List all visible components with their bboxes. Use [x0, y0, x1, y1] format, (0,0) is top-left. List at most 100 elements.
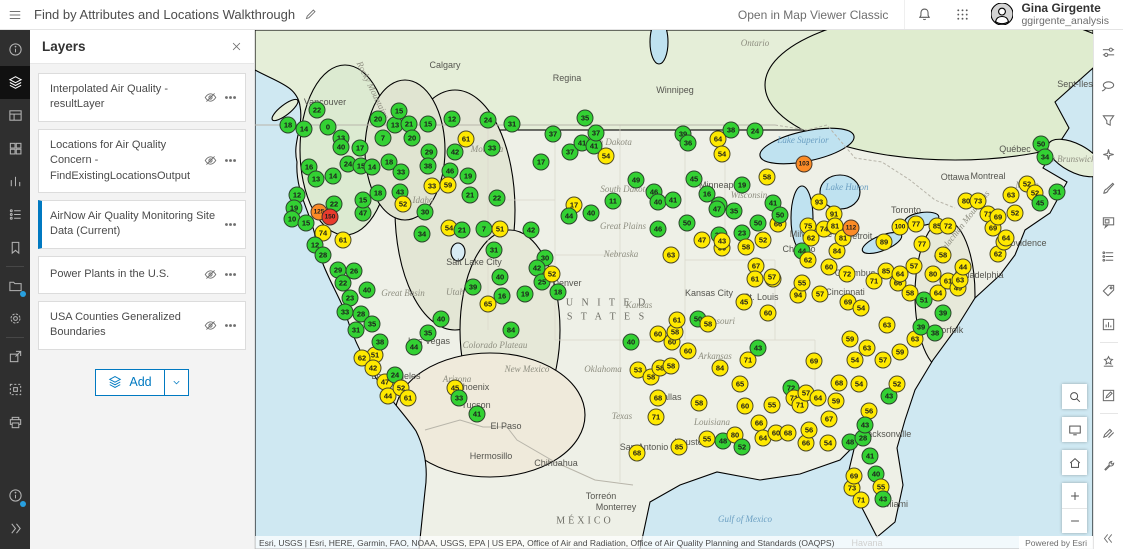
aqi-marker[interactable]: 31	[1048, 183, 1066, 201]
aqi-marker[interactable]: 64	[809, 389, 827, 407]
aqi-marker[interactable]: 45	[1031, 194, 1049, 212]
aqi-marker[interactable]: 47	[708, 200, 726, 218]
aqi-marker[interactable]: 67	[820, 410, 838, 428]
aqi-marker[interactable]: 40	[432, 310, 450, 328]
aqi-marker[interactable]: 68	[628, 444, 646, 462]
add-layer-dropdown[interactable]	[163, 369, 188, 395]
aqi-marker[interactable]: 45	[735, 293, 753, 311]
aqi-marker[interactable]: 72	[838, 265, 856, 283]
aqi-marker[interactable]: 84	[711, 359, 729, 377]
aqi-marker[interactable]: 65	[479, 295, 497, 313]
aqi-marker[interactable]: 50	[749, 214, 767, 232]
aqi-marker[interactable]: 38	[371, 333, 389, 351]
aqi-marker[interactable]: 65	[731, 375, 749, 393]
home-control[interactable]	[1062, 450, 1087, 475]
visibility-hidden-icon[interactable]	[204, 268, 217, 281]
aqi-marker[interactable]: 35	[725, 202, 743, 220]
left-tool-map-properties[interactable]	[0, 302, 30, 335]
aqi-marker[interactable]: 41	[664, 191, 682, 209]
left-tool-print[interactable]	[0, 406, 30, 439]
right-tool-filter[interactable]	[1094, 103, 1123, 137]
aqi-marker[interactable]: 42	[522, 221, 540, 239]
aqi-marker[interactable]: 69	[805, 352, 823, 370]
aqi-marker[interactable]: 24	[746, 122, 764, 140]
aqi-marker[interactable]: 44	[405, 338, 423, 356]
aqi-marker[interactable]: 71	[852, 491, 870, 509]
aqi-marker[interactable]: 112	[842, 219, 860, 237]
aqi-marker[interactable]: 63	[662, 246, 680, 264]
aqi-marker[interactable]: 33	[483, 139, 501, 157]
aqi-marker[interactable]: 36	[679, 134, 697, 152]
aqi-marker[interactable]: 64	[997, 229, 1015, 247]
aqi-marker[interactable]: 59	[827, 392, 845, 410]
aqi-marker[interactable]: 56	[800, 421, 818, 439]
aqi-marker[interactable]: 26	[345, 262, 363, 280]
aqi-marker[interactable]: 21	[461, 186, 479, 204]
aqi-marker[interactable]: 31	[503, 115, 521, 133]
app-launcher-icon[interactable]	[943, 0, 981, 30]
visibility-hidden-icon[interactable]	[204, 91, 217, 104]
layer-options-icon[interactable]	[224, 319, 237, 332]
aqi-marker[interactable]: 41	[861, 447, 879, 465]
aqi-marker[interactable]: 63	[878, 316, 896, 334]
aqi-marker[interactable]: 43	[749, 339, 767, 357]
aqi-marker[interactable]: 60	[759, 304, 777, 322]
aqi-marker[interactable]: 52	[754, 231, 772, 249]
right-tool-effects[interactable]	[1094, 137, 1123, 171]
right-tool-properties[interactable]	[1094, 35, 1123, 69]
aqi-marker[interactable]: 18	[549, 283, 567, 301]
visibility-hidden-icon[interactable]	[204, 154, 217, 167]
aqi-marker[interactable]: 17	[532, 153, 550, 171]
layer-options-icon[interactable]	[224, 268, 237, 281]
aqi-marker[interactable]: 89	[875, 233, 893, 251]
aqi-marker[interactable]: 77	[907, 215, 925, 233]
aqi-marker[interactable]: 39	[464, 278, 482, 296]
aqi-marker[interactable]: 54	[852, 299, 870, 317]
aqi-marker[interactable]: 21	[453, 221, 471, 239]
aqi-marker[interactable]: 69	[845, 467, 863, 485]
aqi-marker[interactable]: 12	[443, 110, 461, 128]
aqi-marker[interactable]: 54	[597, 147, 615, 165]
search-control[interactable]	[1062, 384, 1087, 409]
aqi-marker[interactable]: 58	[934, 246, 952, 264]
aqi-marker[interactable]: 43	[856, 416, 874, 434]
aqi-marker[interactable]: 20	[369, 110, 387, 128]
right-tool-edit[interactable]	[1094, 378, 1123, 412]
aqi-marker[interactable]: 35	[576, 109, 594, 127]
aqi-marker[interactable]: 40	[332, 138, 350, 156]
right-tool-measure[interactable]	[1094, 449, 1123, 483]
aqi-marker[interactable]: 72	[939, 217, 957, 235]
aqi-marker[interactable]: 58	[662, 357, 680, 375]
aqi-marker[interactable]: 58	[699, 315, 717, 333]
aqi-marker[interactable]: 57	[763, 268, 781, 286]
aqi-marker[interactable]: 54	[713, 145, 731, 163]
aqi-marker[interactable]: 44	[954, 258, 972, 276]
left-tool-expand[interactable]	[0, 512, 30, 545]
aqi-marker[interactable]: 59	[891, 343, 909, 361]
user-menu[interactable]: Gina Girgente ggirgente_analysis	[981, 1, 1123, 28]
aqi-marker[interactable]: 40	[358, 281, 376, 299]
add-layer-button[interactable]: Add	[95, 368, 189, 396]
screen-control[interactable]	[1062, 417, 1087, 442]
right-tool-labels[interactable]	[1094, 273, 1123, 307]
aqi-marker[interactable]: 71	[647, 408, 665, 426]
aqi-marker[interactable]: 33	[423, 177, 441, 195]
layer-item-locations-for-air-quality-concern-findex[interactable]: Locations for Air Quality Concern - Find…	[38, 128, 246, 193]
left-tool-tables[interactable]	[0, 99, 30, 132]
aqi-marker[interactable]: 103	[795, 155, 813, 173]
aqi-marker[interactable]: 58	[758, 168, 776, 186]
notifications-bell-icon[interactable]	[905, 0, 943, 30]
aqi-marker[interactable]: 20	[403, 129, 421, 147]
aqi-marker[interactable]: 52	[543, 265, 561, 283]
aqi-marker[interactable]: 52	[1006, 204, 1024, 222]
aqi-marker[interactable]: 14	[295, 120, 313, 138]
aqi-marker[interactable]: 34	[1036, 148, 1054, 166]
aqi-marker[interactable]: 60	[679, 342, 697, 360]
menu-icon[interactable]	[0, 0, 30, 30]
aqi-marker[interactable]: 39	[934, 304, 952, 322]
aqi-marker[interactable]: 30	[416, 203, 434, 221]
aqi-marker[interactable]: 150	[321, 208, 339, 226]
aqi-marker[interactable]: 77	[913, 235, 931, 253]
aqi-marker[interactable]: 33	[336, 303, 354, 321]
layer-options-icon[interactable]	[224, 154, 237, 167]
